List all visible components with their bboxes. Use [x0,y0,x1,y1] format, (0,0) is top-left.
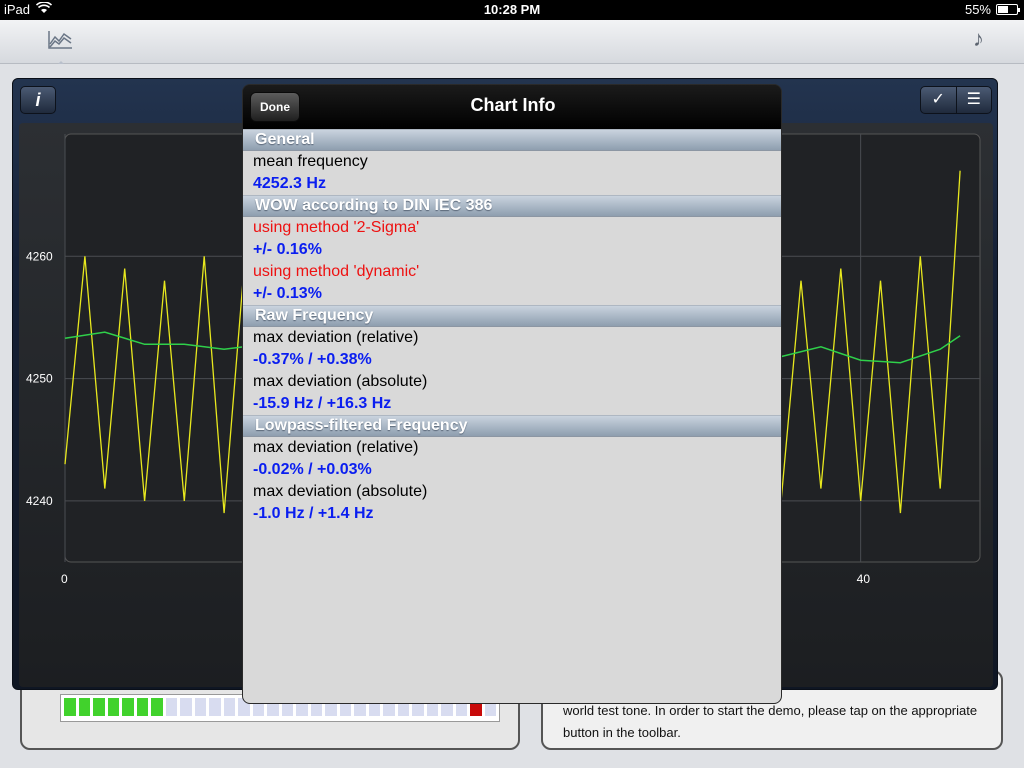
y-tick-label: 4240 [26,494,53,508]
section-header: Lowpass-filtered Frequency [243,415,781,437]
info-row-label: max deviation (absolute) [253,483,428,500]
info-row-value: 4252.3 Hz [253,175,326,192]
popover-header: Done Chart Info [243,85,781,129]
info-row-label: max deviation (absolute) [253,373,428,390]
popover-body: General mean frequency 4252.3 Hz WOW accord… [243,129,781,703]
x-tick-label: 40 [857,572,871,586]
info-row-label: max deviation (relative) [253,329,419,346]
info-row-label: max deviation (relative) [253,439,419,456]
info-row-value: -15.9 Hz / +16.3 Hz [253,395,392,412]
y-tick-label: 4260 [26,249,53,263]
info-row-value: -1.0 Hz / +1.4 Hz [253,505,374,522]
info-row-value: -0.02% / +0.03% [253,461,372,478]
section-header: General [243,129,781,151]
popover-title: Chart Info [470,95,556,115]
chart-info-popover: Done Chart Info General mean frequency 425… [242,84,782,704]
info-row-method: using method 'dynamic' [253,263,420,280]
info-row-label: mean frequency [253,153,368,170]
info-row-value: -0.37% / +0.38% [253,351,372,368]
section-header: WOW according to DIN IEC 386 [243,195,781,217]
x-tick-label: 0 [61,572,68,586]
info-row-method: using method '2-Sigma' [253,219,420,236]
info-row-value: +/- 0.13% [253,285,322,302]
y-tick-label: 4250 [26,372,53,386]
section-header: Raw Frequency [243,305,781,327]
info-row-value: +/- 0.16% [253,241,322,258]
